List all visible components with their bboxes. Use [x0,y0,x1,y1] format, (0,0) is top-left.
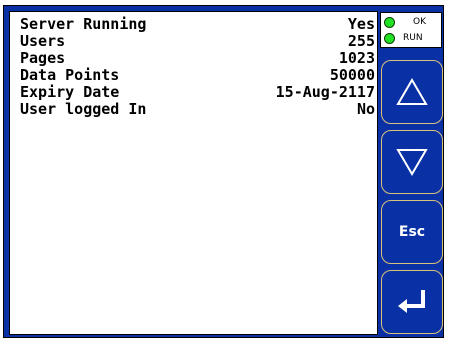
status-indicator-box: OK RUN [380,12,442,48]
info-row-users: Users 255 [20,33,375,50]
up-button[interactable] [381,60,443,124]
info-label: Data Points [20,66,120,84]
info-value: Yes [347,15,375,33]
up-triangle-icon [396,78,428,105]
down-triangle-icon [396,149,428,176]
enter-button[interactable] [381,270,443,334]
info-value: 255 [347,32,375,50]
info-label: Server Running [20,15,147,33]
info-row-data-points: Data Points 50000 [20,67,375,84]
info-label: Users [20,32,66,50]
status-ok: OK [384,15,426,29]
status-ok-label: OK [413,17,426,27]
enter-arrow-icon [398,290,425,313]
info-value: 15-Aug-2117 [275,83,375,101]
info-row-user-logged-in: User logged In No [20,101,375,118]
down-button[interactable] [381,130,443,194]
device-screen: Server Running Yes Users 255 Pages 1023 … [0,0,449,343]
info-label: Expiry Date [20,83,120,101]
info-value: 50000 [329,66,375,84]
info-row-server-running: Server Running Yes [20,16,375,33]
info-panel: Server Running Yes Users 255 Pages 1023 … [9,11,378,335]
info-label: User logged In [20,100,147,118]
status-run-label: RUN [403,33,423,43]
status-run: RUN [384,31,423,45]
run-led-icon [384,32,395,44]
info-row-pages: Pages 1023 [20,50,375,67]
info-row-expiry-date: Expiry Date 15-Aug-2117 [20,84,375,101]
info-value: 1023 [338,49,375,67]
device-frame: Server Running Yes Users 255 Pages 1023 … [3,5,444,338]
esc-button[interactable]: Esc [381,200,443,264]
info-label: Pages [20,49,66,67]
esc-button-label: Esc [398,224,426,240]
ok-led-icon [384,16,395,28]
info-value: No [356,100,375,118]
